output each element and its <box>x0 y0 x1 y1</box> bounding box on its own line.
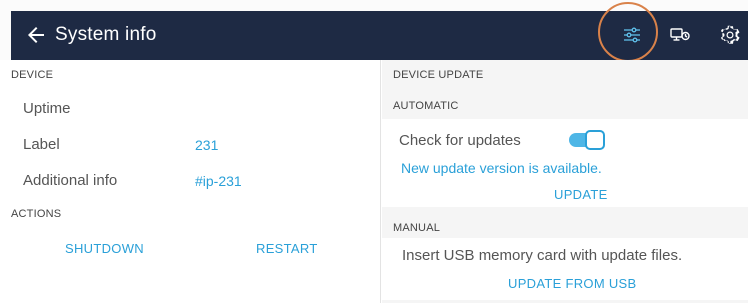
actions-section-title: ACTIONS <box>11 208 62 220</box>
app-bar: System info <box>11 11 748 60</box>
device-update-panel: DEVICE UPDATE AUTOMATIC Check for update… <box>382 60 748 303</box>
usb-instructions-text: Insert USB memory card with update files… <box>402 247 683 264</box>
monitor-timer-icon[interactable] <box>668 23 692 47</box>
restart-button[interactable]: RESTART <box>256 241 318 256</box>
main-content: DEVICE Uptime Label 231 Additional info … <box>11 60 748 303</box>
manual-update-card: Insert USB memory card with update files… <box>382 238 748 300</box>
update-available-notice: New update version is available. <box>401 160 602 176</box>
device-panel: DEVICE Uptime Label 231 Additional info … <box>11 60 381 303</box>
shutdown-button[interactable]: SHUTDOWN <box>65 241 144 256</box>
automatic-update-card: Check for updates New update version is … <box>382 119 748 207</box>
additional-info-value: #ip-231 <box>195 173 242 189</box>
gear-icon[interactable] <box>718 23 742 47</box>
settings-sliders-icon[interactable] <box>620 23 644 47</box>
label-label: Label <box>23 136 60 153</box>
device-update-section-title: DEVICE UPDATE <box>393 69 484 81</box>
uptime-label: Uptime <box>23 100 71 117</box>
manual-section-title: MANUAL <box>393 222 441 234</box>
device-section-title: DEVICE <box>11 69 54 81</box>
back-arrow-icon[interactable] <box>24 23 48 47</box>
update-from-usb-button[interactable]: UPDATE FROM USB <box>508 276 637 291</box>
toggle-knob <box>585 130 605 150</box>
update-button[interactable]: UPDATE <box>554 187 608 202</box>
additional-info-label: Additional info <box>23 172 118 189</box>
page-title: System info <box>55 24 157 45</box>
automatic-section-title: AUTOMATIC <box>393 100 459 112</box>
top-area: System info <box>0 0 748 62</box>
label-value: 231 <box>195 137 219 153</box>
check-for-updates-label: Check for updates <box>399 132 521 149</box>
check-for-updates-toggle[interactable] <box>569 130 607 150</box>
